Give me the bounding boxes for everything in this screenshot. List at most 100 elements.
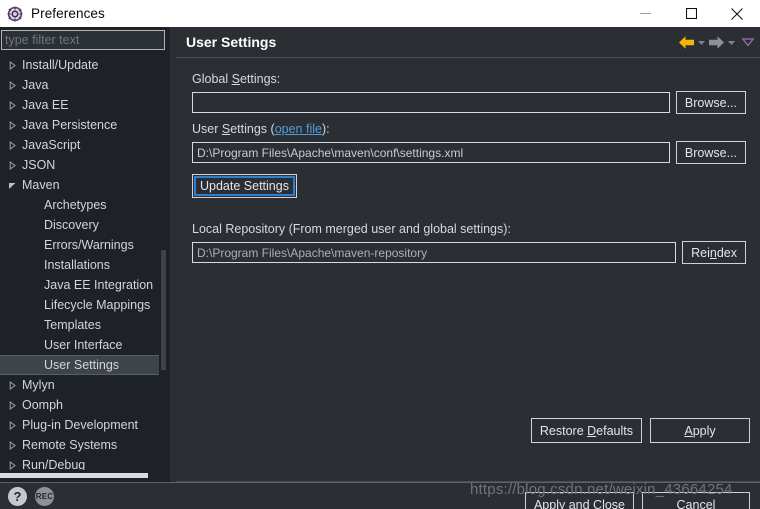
user-settings-accel: S [222,122,230,136]
forward-dropdown-icon[interactable] [727,38,736,47]
panel-action-buttons: Restore Defaults Apply [531,418,750,443]
cancel-button[interactable]: Cancel [642,492,750,509]
sidebar-item-label: Plug-in Development [20,418,138,432]
panel-nav-icons [678,35,760,50]
user-settings-input[interactable] [192,142,670,163]
sidebar-item-errors-warnings[interactable]: Errors/Warnings [0,235,166,255]
sidebar-item-label: Run/Debug [20,458,85,470]
settings-panel: User Settings [176,27,760,482]
apply-button[interactable]: Apply [650,418,750,443]
sidebar-item-javascript[interactable]: JavaScript [0,135,166,155]
chevron-right-icon[interactable] [4,81,20,90]
apply-and-close-button[interactable]: Apply and Close [525,492,634,509]
sidebar-item-run-debug[interactable]: Run/Debug [0,455,166,470]
open-file-link[interactable]: open file [275,122,322,136]
sidebar-item-lifecycle-mappings[interactable]: Lifecycle Mappings [0,295,166,315]
dialog-body: Install/Update Java Java EE Java Persistenc… [0,27,760,482]
panel-content: Global Settings: Browse... User Settings… [176,58,760,451]
sidebar-item-label: Maven [20,178,60,192]
filter-field-wrapper[interactable] [1,30,165,50]
sidebar-item-label: User Settings [20,358,119,372]
chevron-right-icon[interactable] [4,141,20,150]
user-settings-row: Browse... [192,141,746,164]
gear-icon [7,6,23,22]
help-icon[interactable]: ? [8,487,27,506]
tree-vertical-scrollbar-thumb[interactable] [161,250,166,370]
reindex-button[interactable]: Reindex [682,241,746,264]
reindex-label-suffix: dex [717,246,737,260]
minimize-button[interactable] [622,0,668,27]
sidebar-item-label: Install/Update [20,58,98,72]
global-settings-row: Browse... [192,91,746,114]
sidebar-item-label: Installations [20,258,110,272]
back-arrow-icon[interactable] [678,35,695,50]
sidebar-item-java-ee-integration[interactable]: Java EE Integration [0,275,166,295]
sidebar-item-archetypes[interactable]: Archetypes [0,195,166,215]
sidebar-item-discovery[interactable]: Discovery [0,215,166,235]
apply-suffix: pply [693,424,716,438]
chevron-right-icon[interactable] [4,61,20,70]
apply-accel: A [684,424,692,438]
view-menu-icon[interactable] [742,37,754,47]
sidebar-item-install-update[interactable]: Install/Update [0,55,166,75]
window-controls [622,0,760,27]
chevron-right-icon[interactable] [4,381,20,390]
forward-arrow-icon[interactable] [708,35,725,50]
sidebar-item-templates[interactable]: Templates [0,315,166,335]
sidebar-item-user-interface[interactable]: User Interface [0,335,166,355]
sidebar-item-installations[interactable]: Installations [0,255,166,275]
footer-left-icons: ? REC [8,487,54,506]
reindex-label-prefix: Rei [691,246,710,260]
chevron-right-icon[interactable] [4,441,20,450]
global-settings-label: Global Settings: [192,72,746,86]
sidebar-item-java-ee[interactable]: Java EE [0,95,166,115]
user-settings-browse-button[interactable]: Browse... [676,141,746,164]
sidebar-item-user-settings[interactable]: User Settings [0,355,159,375]
local-repository-row: Reindex [192,241,746,264]
maximize-button[interactable] [668,0,714,27]
sidebar-item-label: User Interface [20,338,123,352]
chevron-right-icon[interactable] [4,161,20,170]
sidebar-item-label: Mylyn [20,378,55,392]
back-dropdown-icon[interactable] [697,38,706,47]
sidebar-item-mylyn[interactable]: Mylyn [0,375,166,395]
restore-defaults-button[interactable]: Restore Defaults [531,418,642,443]
chevron-right-icon[interactable] [4,121,20,130]
global-settings-browse-button[interactable]: Browse... [676,91,746,114]
tree-horizontal-scrollbar-thumb[interactable] [0,473,148,478]
title-bar: Preferences [0,0,760,27]
global-settings-input[interactable] [192,92,670,113]
sidebar-item-plug-in-development[interactable]: Plug-in Development [0,415,166,435]
dialog-buttons: Apply and Close Cancel [525,492,750,509]
update-settings-button[interactable]: Update Settings [192,174,297,198]
chevron-right-icon[interactable] [4,101,20,110]
user-settings-label: User Settings (open file): [192,122,746,136]
preferences-tree-panel: Install/Update Java Java EE Java Persistenc… [0,27,170,482]
window-title: Preferences [31,6,105,21]
sidebar-item-label: JavaScript [20,138,80,152]
sidebar-item-label: Java [20,78,48,92]
sidebar-item-oomph[interactable]: Oomph [0,395,166,415]
tree-vertical-scrollbar[interactable] [161,55,166,470]
rec-icon[interactable]: REC [35,487,54,506]
search-input[interactable] [2,31,164,49]
sidebar-item-java[interactable]: Java [0,75,166,95]
close-button[interactable] [714,0,760,27]
sidebar-item-remote-systems[interactable]: Remote Systems [0,435,166,455]
sidebar-item-maven[interactable]: Maven [0,175,166,195]
sidebar-item-java-persistence[interactable]: Java Persistence [0,115,166,135]
sidebar-item-label: Java EE [20,98,69,112]
chevron-right-icon[interactable] [4,461,20,470]
preferences-dialog: Preferences Install/Update Java Java EE Jav… [0,0,760,509]
restore-defaults-accel: D [587,424,596,438]
sidebar-item-label: Discovery [20,218,99,232]
chevron-right-icon[interactable] [4,401,20,410]
preferences-tree[interactable]: Install/Update Java Java EE Java Persistenc… [0,55,166,470]
local-repository-input[interactable] [192,242,676,263]
chevron-right-icon[interactable] [4,421,20,430]
tree-horizontal-scrollbar[interactable] [0,473,163,478]
global-settings-label-suffix: ettings: [240,72,280,86]
section-spacer [192,198,746,222]
chevron-down-icon[interactable] [4,181,20,190]
sidebar-item-json[interactable]: JSON [0,155,166,175]
